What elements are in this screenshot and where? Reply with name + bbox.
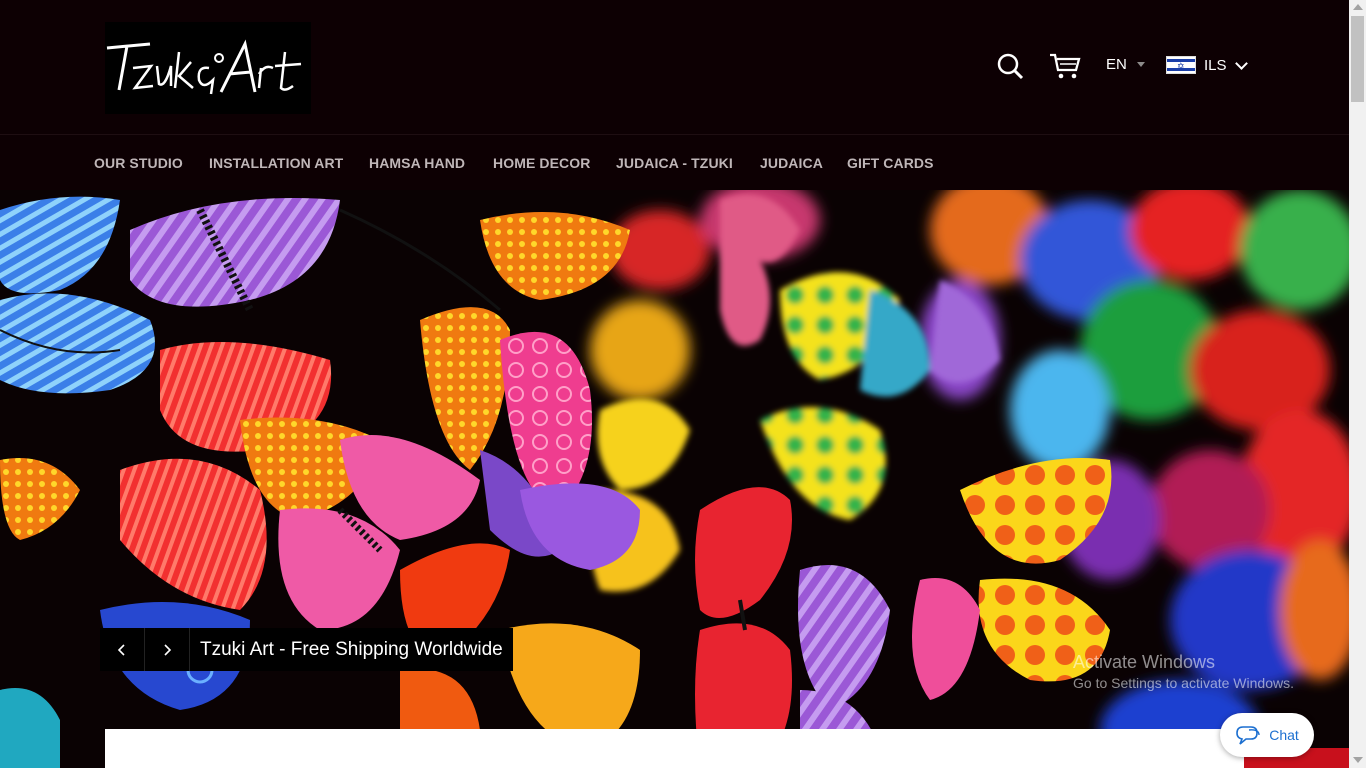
- slide-controls: [100, 628, 190, 671]
- scrollbar-thumb[interactable]: [1351, 16, 1364, 102]
- currency-label: ILS: [1204, 56, 1227, 74]
- site-header: EN ✡ ILS: [0, 0, 1349, 134]
- main-nav: OUR STUDIO INSTALLATION ART HAMSA HAND H…: [0, 134, 1349, 190]
- nav-item-gift-cards[interactable]: GIFT CARDS: [847, 155, 934, 171]
- watermark-subtitle: Go to Settings to activate Windows.: [1073, 675, 1294, 691]
- slide-caption[interactable]: Tzuki Art - Free Shipping Worldwide: [190, 628, 513, 671]
- nav-item-hamsa-hand[interactable]: HAMSA HAND: [369, 155, 465, 171]
- language-selector[interactable]: EN: [1106, 56, 1145, 73]
- cart-icon[interactable]: [1048, 52, 1082, 80]
- content-panel: [105, 729, 1244, 768]
- page-scrollbar[interactable]: [1349, 0, 1366, 768]
- scroll-up-icon[interactable]: [1353, 4, 1363, 10]
- nav-item-installation-art[interactable]: INSTALLATION ART: [209, 155, 343, 171]
- windows-activation-watermark: Activate Windows Go to Settings to activ…: [1073, 652, 1294, 691]
- israel-flag-icon: ✡: [1166, 56, 1196, 74]
- logo-mark: [106, 39, 302, 95]
- language-label: EN: [1106, 56, 1127, 73]
- chevron-down-icon: [1234, 56, 1248, 70]
- chat-bubble-icon: [1236, 726, 1260, 745]
- nav-item-our-studio[interactable]: OUR STUDIO: [94, 155, 183, 171]
- nav-item-judaica[interactable]: JUDAICA: [760, 155, 823, 171]
- currency-selector[interactable]: ✡ ILS: [1166, 56, 1248, 74]
- chevron-right-icon[interactable]: [145, 628, 190, 671]
- nav-item-judaica-tzuki[interactable]: JUDAICA - TZUKI: [616, 155, 733, 171]
- chevron-left-icon[interactable]: [100, 628, 145, 671]
- nav-item-home-decor[interactable]: HOME DECOR: [493, 155, 590, 171]
- chat-button[interactable]: Chat: [1220, 713, 1314, 757]
- scroll-down-icon[interactable]: [1353, 757, 1363, 763]
- chat-label: Chat: [1269, 727, 1299, 743]
- caret-down-icon: [1136, 62, 1145, 67]
- watermark-title: Activate Windows: [1073, 652, 1216, 672]
- search-icon[interactable]: [996, 52, 1024, 80]
- logo[interactable]: [105, 22, 311, 114]
